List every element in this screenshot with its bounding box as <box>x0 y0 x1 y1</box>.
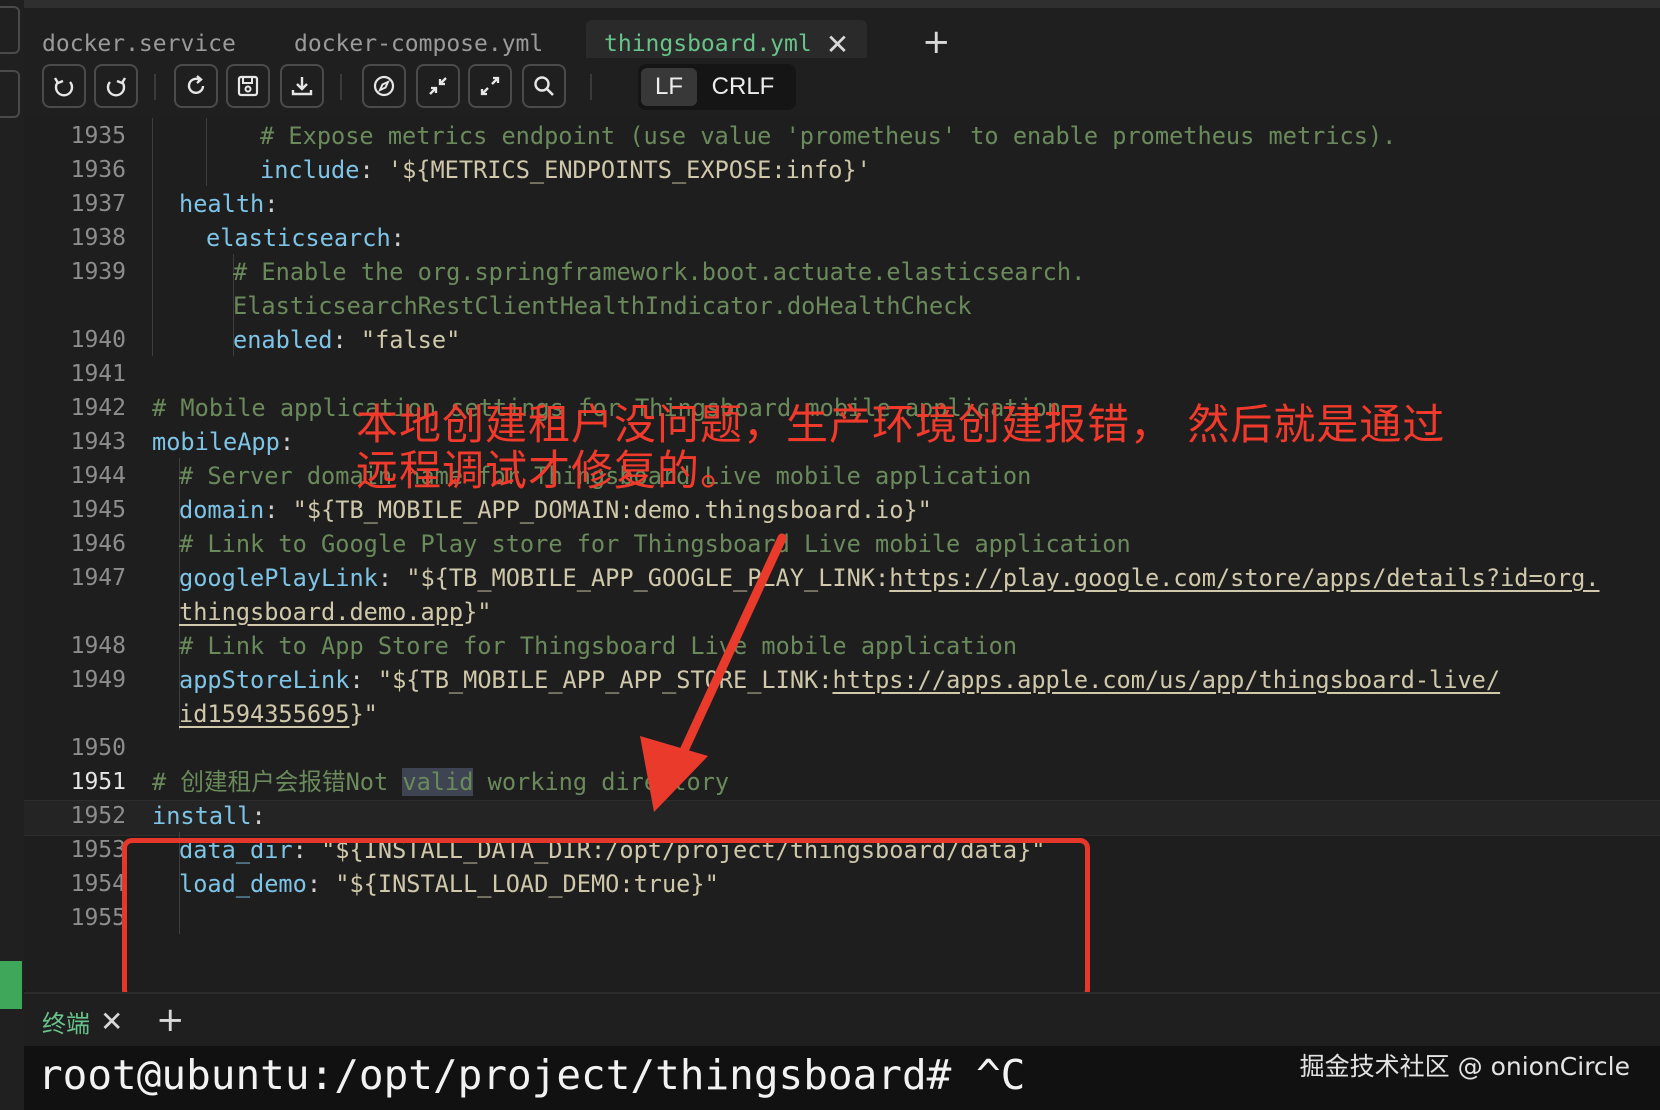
tab-label: 终端 <box>42 1010 90 1038</box>
highlight-box <box>122 838 1090 1000</box>
watermark: 掘金技术社区 @ onionCircle <box>1299 1052 1630 1081</box>
add-terminal-icon[interactable]: + <box>156 1000 185 1040</box>
close-icon[interactable]: ✕ <box>100 1005 123 1038</box>
bottom-panel-tabs: 终端 ✕ + <box>24 992 1660 1048</box>
terminal-line: root@ubuntu:/opt/project/thingsboard# ^C <box>38 1051 1026 1099</box>
tab-terminal[interactable]: 终端 ✕ <box>42 1004 123 1039</box>
